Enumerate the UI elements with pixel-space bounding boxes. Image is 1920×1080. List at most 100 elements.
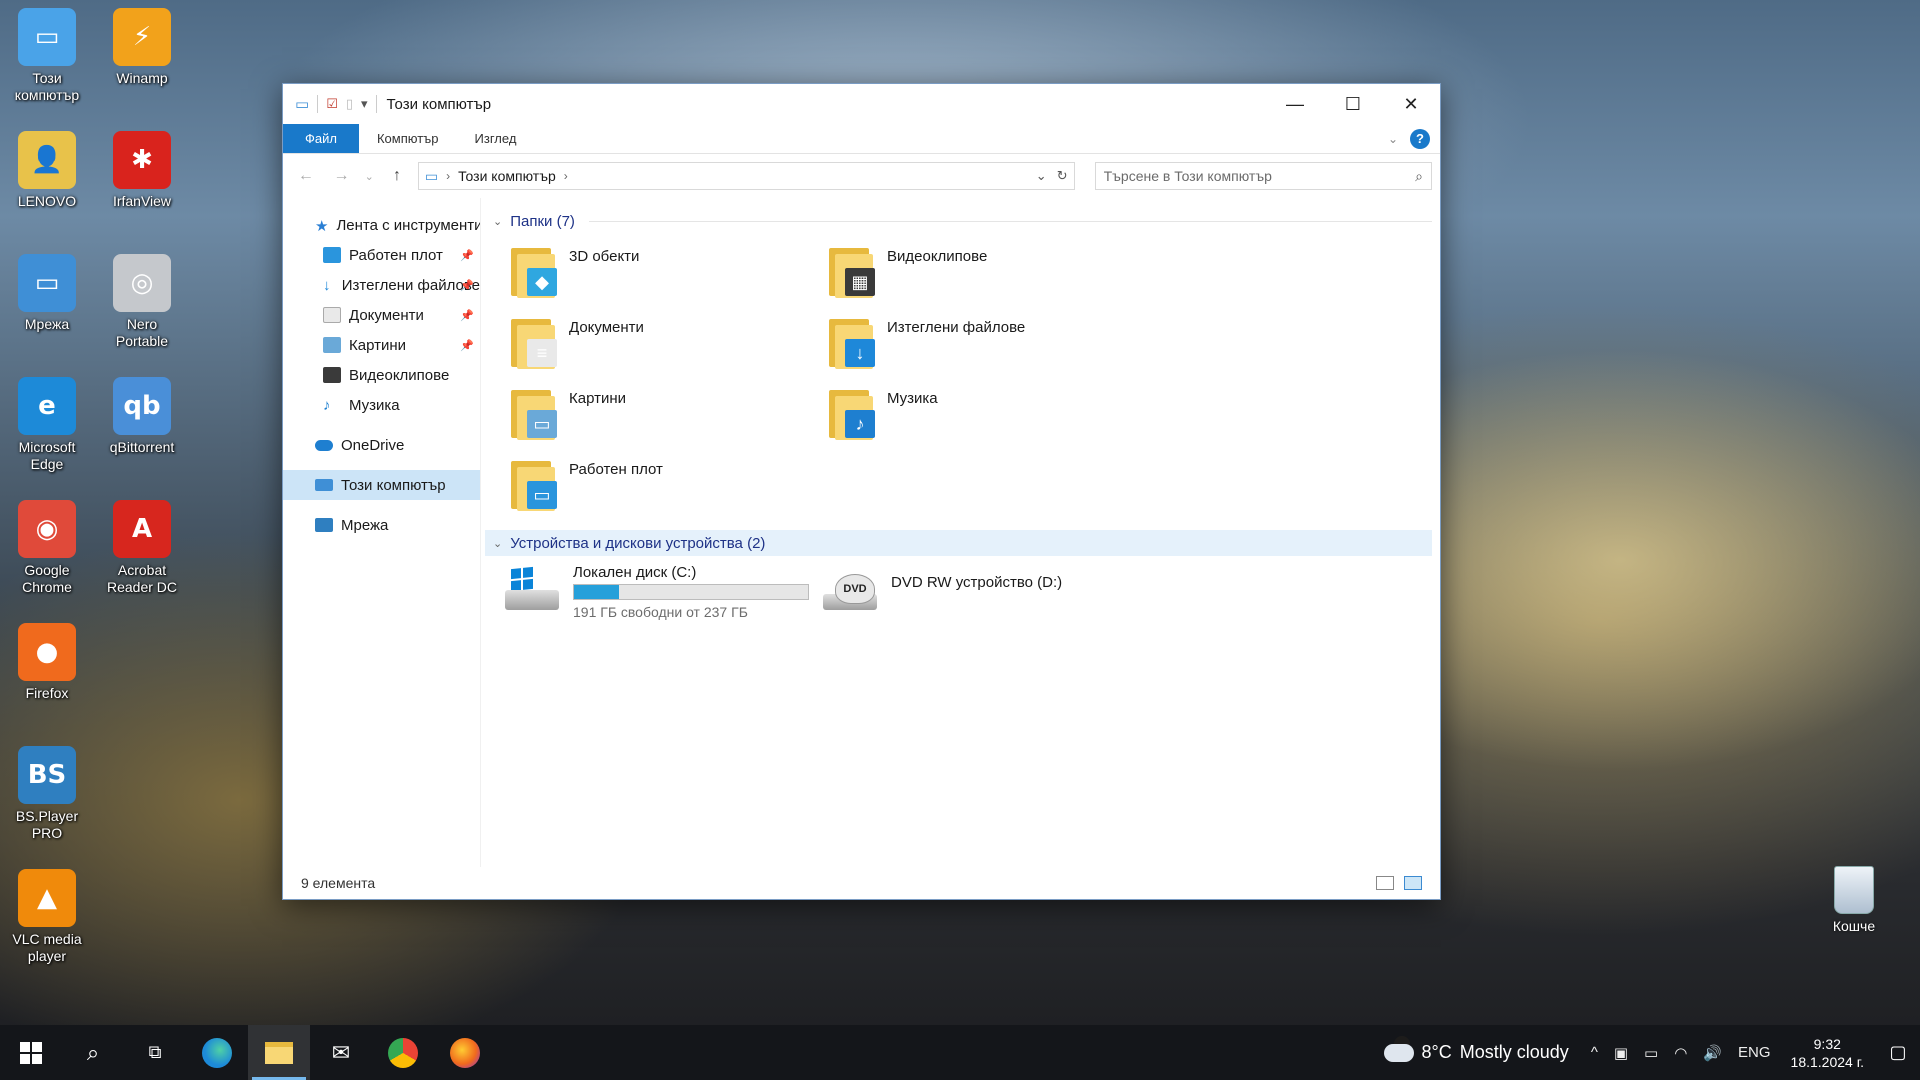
desktop-icon-label: VLC media player — [12, 931, 82, 964]
folders-group-header[interactable]: ⌄ Папки (7) — [489, 208, 1432, 234]
nav-music[interactable]: ♪ Музика — [283, 390, 480, 420]
pin-icon[interactable]: 📌 — [460, 309, 474, 322]
breadcrumb-chevron-icon[interactable]: › — [564, 169, 568, 183]
folder-downloads[interactable]: ↓ Изтеглени файлове — [827, 309, 1145, 380]
collapse-chevron-icon[interactable]: ⌄ — [493, 537, 502, 550]
acrobat-reader-icon: A — [113, 500, 171, 558]
title-bar[interactable]: ▭ ☑ ▯ ▾ Този компютър — ☐ ✕ — [283, 84, 1440, 124]
minimize-button[interactable]: — — [1266, 84, 1324, 124]
desktop-icon-firefox[interactable]: ● Firefox — [1, 623, 93, 702]
wifi-icon[interactable]: ◠ — [1666, 1044, 1695, 1062]
forward-button[interactable]: → — [327, 167, 357, 185]
input-language[interactable]: ENG — [1730, 1044, 1779, 1061]
pin-icon[interactable]: 📌 — [460, 279, 474, 292]
folder-documents[interactable]: ≡ Документи — [509, 309, 827, 380]
taskbar-file-explorer[interactable] — [248, 1025, 310, 1080]
desktop-icon-microsoft-edge[interactable]: e Microsoft Edge — [1, 377, 93, 473]
volume-icon[interactable]: 🔊 — [1695, 1044, 1730, 1062]
desktop-icon-label: Winamp — [116, 70, 168, 86]
start-button[interactable] — [0, 1025, 62, 1080]
folder-music[interactable]: ♪ Музика — [827, 380, 1145, 451]
weather-widget[interactable]: 8°C Mostly cloudy — [1370, 1035, 1583, 1063]
pin-icon[interactable]: 📌 — [460, 249, 474, 262]
drive-c[interactable]: Локален диск (C:) 191 ГБ свободни от 237… — [505, 564, 823, 620]
details-view-button[interactable] — [1376, 876, 1394, 890]
desktop-icon-google-chrome[interactable]: ◉ Google Chrome — [1, 500, 93, 596]
nav-onedrive[interactable]: OneDrive — [283, 430, 480, 460]
new-folder-icon[interactable]: ▯ — [346, 96, 353, 112]
desktop-icon-lenovo[interactable]: 👤 LENOVO — [1, 131, 93, 210]
task-view-button[interactable]: ⧉ — [124, 1025, 186, 1080]
nav-quick-access[interactable]: ★ Лента с инструменти за бърз достъп — [283, 210, 480, 240]
desktop-icon-bsplayer[interactable]: BS BS.Player PRO — [1, 746, 93, 842]
address-bar[interactable]: ▭ › Този компютър › ⌄ ↻ — [417, 162, 1075, 190]
desktop-icon-vlc[interactable]: ▲ VLC media player — [1, 869, 93, 965]
tab-view[interactable]: Изглед — [457, 124, 535, 153]
desktop-icon-acrobat-reader[interactable]: A Acrobat Reader DC — [96, 500, 188, 596]
desktop-icon-irfanview[interactable]: ✱ IrfanView — [96, 131, 188, 210]
taskbar-mail[interactable]: ✉ — [310, 1025, 372, 1080]
back-button[interactable]: ← — [291, 167, 321, 185]
clock[interactable]: 9:32 18.1.2024 г. — [1779, 1035, 1876, 1071]
folder-desktop[interactable]: ▭ Работен плот — [509, 451, 827, 522]
network-icon: ▭ — [18, 254, 76, 312]
breadcrumb-chevron-icon[interactable]: › — [446, 169, 450, 183]
folder-videos[interactable]: ▦ Видеоклипове — [827, 238, 1145, 309]
nav-videos[interactable]: Видеоклипове — [283, 360, 480, 390]
breadcrumb-this-pc[interactable]: Този компютър — [458, 168, 556, 184]
address-history-chevron-icon[interactable]: ⌄ — [1036, 168, 1047, 184]
large-icons-view-button[interactable] — [1404, 876, 1422, 890]
pin-icon[interactable]: 📌 — [460, 339, 474, 352]
nav-network[interactable]: Мрежа — [283, 510, 480, 540]
desktop-icon-network[interactable]: ▭ Мрежа — [1, 254, 93, 333]
tab-computer[interactable]: Компютър — [359, 124, 457, 153]
folder-3d-objects[interactable]: ◆ 3D обекти — [509, 238, 827, 309]
expand-ribbon-chevron-icon[interactable]: ⌄ — [1388, 132, 1398, 146]
recycle-bin[interactable]: Кошче — [1814, 866, 1894, 934]
desktop-icon-qbittorrent[interactable]: qb qBittorrent — [96, 377, 188, 456]
nav-desktop[interactable]: Работен плот 📌 — [283, 240, 480, 270]
battery-icon[interactable]: ▭ — [1636, 1044, 1666, 1062]
recent-locations-chevron-icon[interactable]: ⌄ — [362, 170, 376, 183]
device-icon[interactable]: ▣ — [1606, 1044, 1636, 1062]
desktop-icon-nero-portable[interactable]: ◎ Nero Portable — [96, 254, 188, 350]
collapse-chevron-icon[interactable]: ⌄ — [493, 215, 502, 228]
clock-time: 9:32 — [1813, 1035, 1841, 1052]
nav-this-pc[interactable]: Този компютър — [283, 470, 480, 500]
nav-label: Видеоклипове — [349, 366, 450, 384]
search-taskbar-button[interactable]: ⌕ — [62, 1025, 124, 1080]
customize-chevron-icon[interactable]: ▾ — [361, 96, 368, 112]
tab-file[interactable]: Файл — [283, 124, 359, 153]
folder-pictures[interactable]: ▭ Картини — [509, 380, 827, 451]
nav-documents[interactable]: Документи 📌 — [283, 300, 480, 330]
refresh-icon[interactable]: ↻ — [1057, 168, 1068, 184]
devices-group-header[interactable]: ⌄ Устройства и дискови устройства (2) — [485, 530, 1432, 556]
drive-d[interactable]: DVD DVD RW устройство (D:) — [823, 564, 1141, 620]
taskbar: ⌕ ⧉ ✉ 8°C Mostly cloudy ^ ▣ ▭ ◠ 🔊 ENG 9:… — [0, 1025, 1920, 1080]
show-hidden-icons-chevron-icon[interactable]: ^ — [1583, 1044, 1606, 1061]
folder-videos-icon: ▦ — [827, 244, 875, 298]
taskbar-chrome[interactable] — [372, 1025, 434, 1080]
search-input[interactable] — [1103, 168, 1416, 184]
nav-downloads[interactable]: ↓ Изтеглени файлове 📌 — [283, 270, 480, 300]
help-icon[interactable]: ? — [1410, 128, 1430, 149]
nav-pictures[interactable]: Картини 📌 — [283, 330, 480, 360]
film-icon — [323, 367, 341, 383]
desktop-icon-label: qBittorrent — [109, 439, 175, 455]
dvd-drive-icon: DVD — [823, 564, 879, 614]
chrome-icon — [388, 1037, 418, 1068]
search-icon[interactable]: ⌕ — [1415, 168, 1423, 185]
taskbar-firefox[interactable] — [434, 1025, 496, 1080]
folder-downloads-icon: ↓ — [827, 315, 875, 369]
action-center-icon[interactable]: ▢ — [1876, 1042, 1920, 1063]
up-button[interactable]: ↑ — [382, 167, 412, 185]
maximize-button[interactable]: ☐ — [1324, 84, 1382, 124]
clock-date: 18.1.2024 г. — [1790, 1053, 1864, 1070]
search-box[interactable]: ⌕ — [1094, 162, 1433, 190]
properties-icon[interactable]: ☑ — [326, 96, 338, 112]
divider — [375, 95, 377, 113]
taskbar-edge[interactable] — [186, 1025, 248, 1080]
desktop-icon-winamp[interactable]: ⚡ Winamp — [96, 8, 188, 87]
desktop-icon-this-pc[interactable]: ▭ Този компютър — [1, 8, 93, 104]
close-button[interactable]: ✕ — [1382, 84, 1440, 124]
